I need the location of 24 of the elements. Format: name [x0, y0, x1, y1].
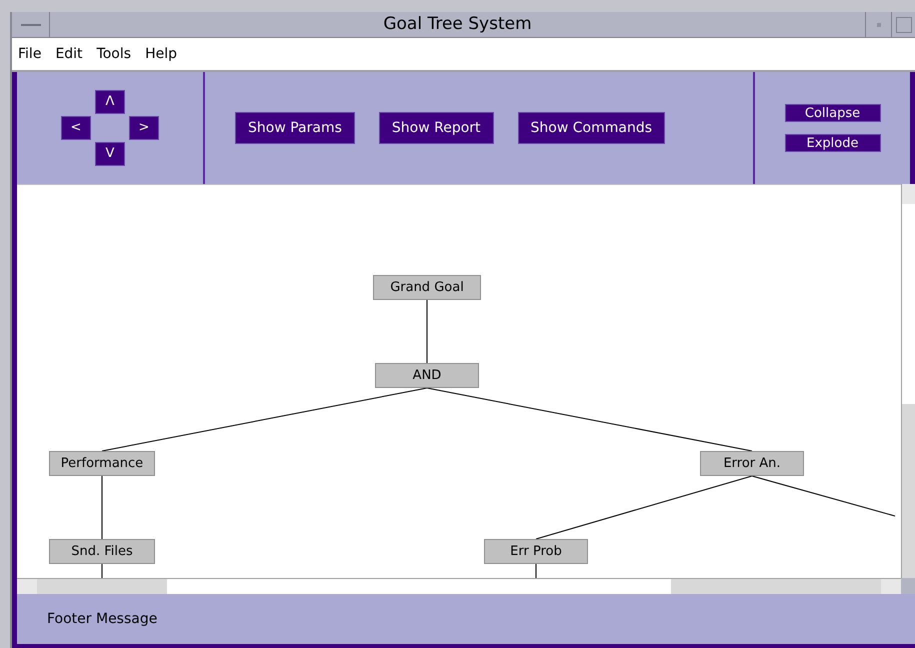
menu-item[interactable]: File — [18, 44, 42, 64]
arrow-button[interactable]: > — [129, 116, 159, 140]
menu-item[interactable]: Edit — [55, 44, 83, 64]
toolbar-button[interactable]: Show Params — [235, 112, 355, 144]
footer-message: Footer Message — [47, 610, 158, 628]
tree-node[interactable]: AND — [375, 363, 479, 388]
tree-button[interactable]: Collapse — [784, 104, 880, 122]
menu-item[interactable]: Tools — [96, 44, 132, 64]
window-title: Goal Tree System — [382, 12, 533, 36]
vertical-scrollbar[interactable] — [901, 184, 915, 578]
tree-node[interactable]: Snd. Files — [49, 539, 155, 564]
tree-node[interactable]: Error An. — [700, 451, 804, 476]
arrow-button[interactable]: Λ — [95, 90, 125, 114]
horizontal-scrollbar[interactable] — [17, 578, 901, 594]
toolbar-button[interactable]: Show Report — [378, 112, 494, 144]
arrow-button[interactable]: V — [95, 142, 125, 166]
connector-line — [426, 300, 428, 364]
toolbar-button[interactable]: Show Commands — [518, 112, 666, 144]
tree-button[interactable]: Explode — [784, 134, 880, 152]
arrow-button[interactable]: < — [61, 116, 91, 140]
tree-node[interactable]: Performance — [49, 451, 155, 476]
tree-node[interactable]: Grand Goal — [373, 275, 481, 300]
tree-node[interactable]: Err Prob — [484, 539, 588, 564]
menu-item[interactable]: Help — [145, 44, 177, 64]
